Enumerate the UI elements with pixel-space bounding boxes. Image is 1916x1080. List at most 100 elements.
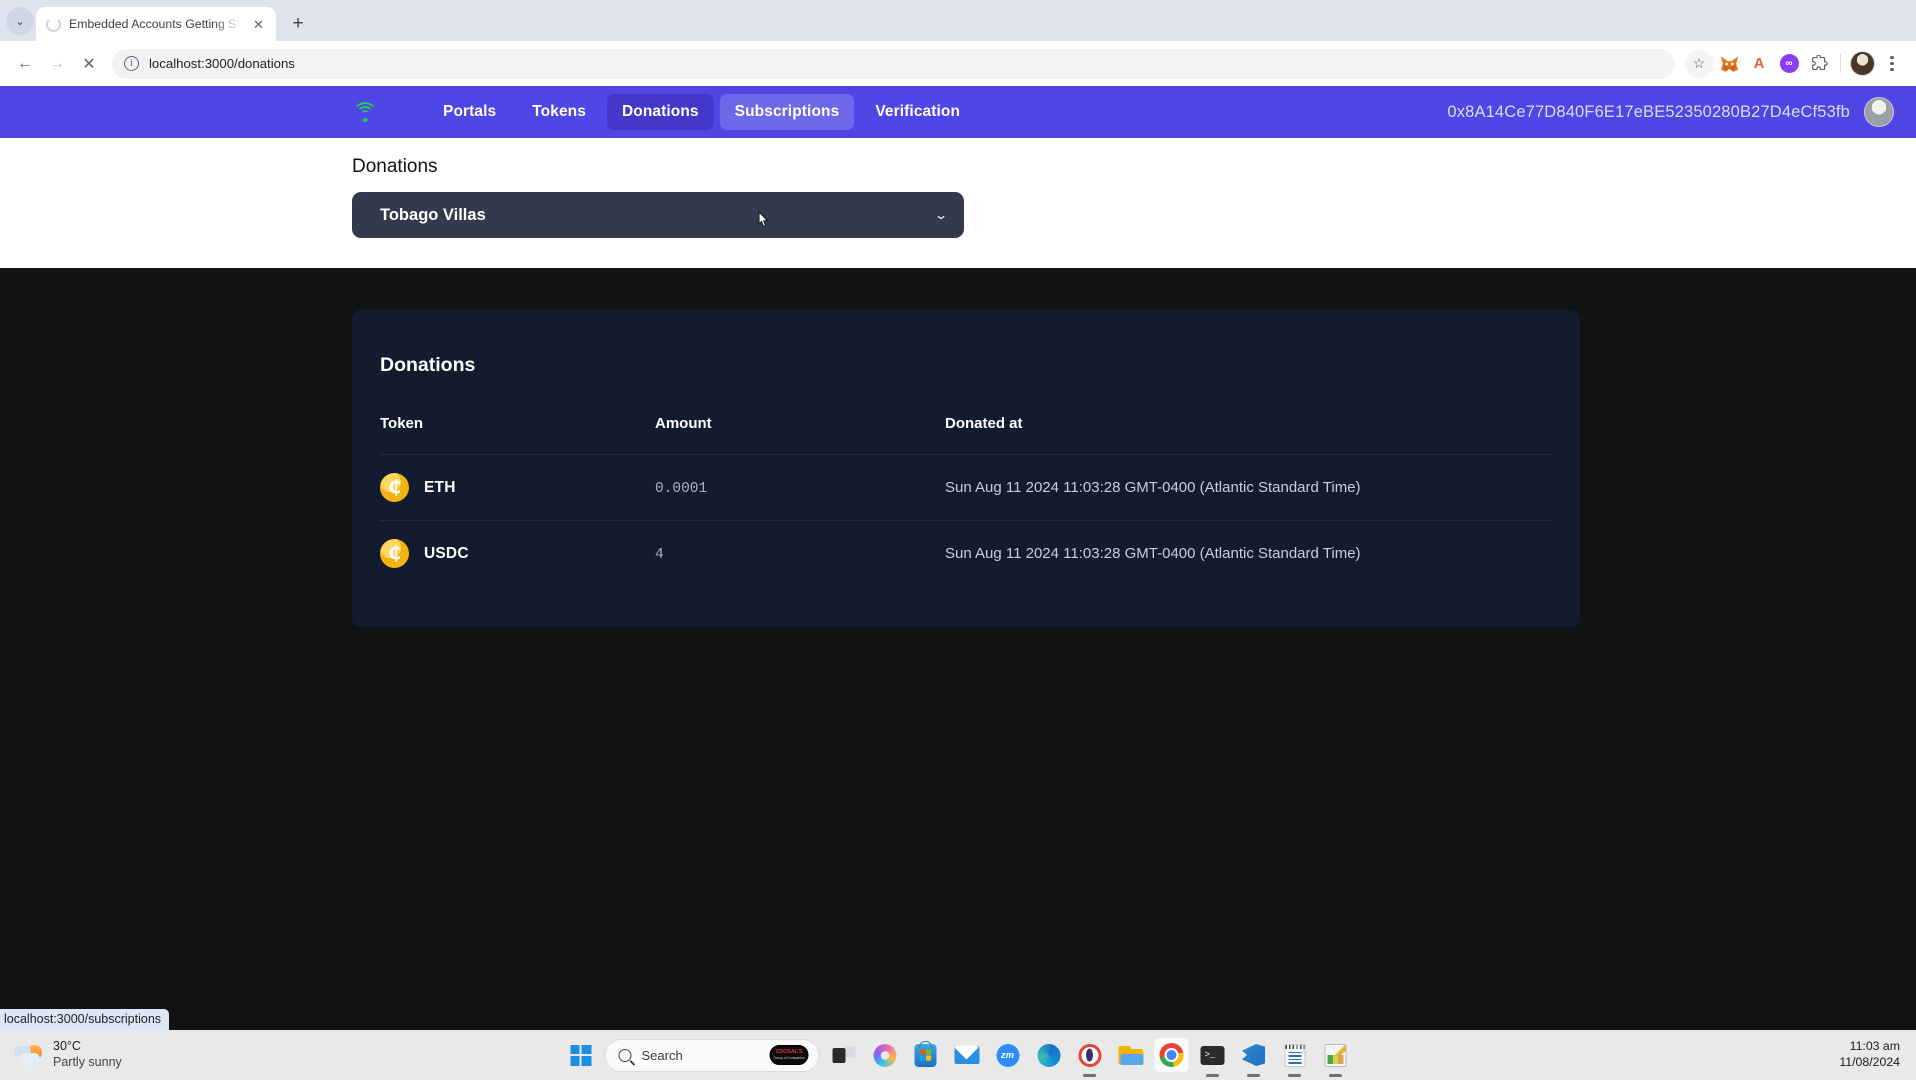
nav-link-verification[interactable]: Verification xyxy=(860,94,975,130)
address-bar-url: localhost:3000/donations xyxy=(149,56,295,71)
tab-loading-spinner-icon xyxy=(46,16,61,32)
column-header-amount: Amount xyxy=(655,415,712,432)
purple-extension-icon[interactable]: ∞ xyxy=(1775,50,1803,78)
copilot-button[interactable] xyxy=(868,1038,902,1072)
mail-button[interactable] xyxy=(950,1038,984,1072)
terminal-icon: >_ xyxy=(1200,1045,1225,1065)
cell-amount: 0.0001 xyxy=(655,454,945,521)
amount-value: 4 xyxy=(655,546,664,563)
table-header-row: Token Amount Donated at xyxy=(380,415,1552,455)
opera-button[interactable] xyxy=(1073,1038,1107,1072)
vscode-icon xyxy=(1242,1044,1265,1066)
paint-button[interactable] xyxy=(1319,1038,1353,1072)
badge-line-2: Group of Companies xyxy=(773,1055,805,1060)
zoom-icon: zm xyxy=(996,1043,1019,1067)
search-input[interactable]: Search CDOSAL'S Group of Companies xyxy=(604,1038,820,1072)
search-icon xyxy=(618,1048,632,1062)
file-explorer-button[interactable] xyxy=(1114,1038,1148,1072)
partly-sunny-icon xyxy=(14,1042,44,1068)
back-button[interactable]: ← xyxy=(10,49,40,79)
cell-token: ₵ ETH xyxy=(380,454,655,521)
donations-table: Token Amount Donated at ₵ ETH 0.0001 Sun… xyxy=(380,415,1552,587)
coin-icon: ₵ xyxy=(380,473,409,502)
vscode-button[interactable] xyxy=(1237,1038,1271,1072)
chevron-down-icon: ⌄ xyxy=(933,208,949,222)
site-info-icon[interactable]: i xyxy=(124,56,139,71)
portal-select[interactable]: Tobago Villas ⌄ xyxy=(352,192,964,238)
page-body: Donations Token Amount Donated at ₵ ETH … xyxy=(0,268,1916,1028)
nav-link-donations[interactable]: Donations xyxy=(606,94,714,130)
chrome-menu-button[interactable] xyxy=(1878,50,1906,78)
nav-link-portals[interactable]: Portals xyxy=(428,94,511,130)
navbar-account: 0x8A14Ce77D840F6E17eBE52350280B27D4eCf53… xyxy=(1447,97,1894,127)
start-button[interactable] xyxy=(564,1038,598,1072)
stop-loading-button[interactable]: ✕ xyxy=(74,49,104,79)
windows-logo-icon xyxy=(570,1044,591,1066)
cell-donated-at: Sun Aug 11 2024 11:03:28 GMT-0400 (Atlan… xyxy=(945,520,1552,587)
notepad-icon xyxy=(1284,1043,1305,1067)
card-title: Donations xyxy=(380,354,476,376)
wallet-address[interactable]: 0x8A14Ce77D840F6E17eBE52350280B27D4eCf53… xyxy=(1447,103,1850,122)
cell-token: ₵ USDC xyxy=(380,520,655,587)
zoom-button[interactable]: zm xyxy=(991,1038,1025,1072)
column-header-token: Token xyxy=(380,415,424,432)
table-row[interactable]: ₵ ETH 0.0001 Sun Aug 11 2024 11:03:28 GM… xyxy=(380,454,1552,521)
portal-select-value: Tobago Villas xyxy=(380,205,486,224)
taskbar-apps: Search CDOSAL'S Group of Companies zm >_ xyxy=(564,1038,1353,1072)
terminal-button[interactable]: >_ xyxy=(1196,1038,1230,1072)
new-tab-button[interactable]: + xyxy=(284,9,312,37)
table-row[interactable]: ₵ USDC 4 Sun Aug 11 2024 11:03:28 GMT-04… xyxy=(380,520,1552,587)
donated-at-value: Sun Aug 11 2024 11:03:28 GMT-0400 (Atlan… xyxy=(945,544,1361,562)
purple-extension-glyph: ∞ xyxy=(1779,54,1799,73)
clock-date: 11/08/2024 xyxy=(1839,1055,1900,1069)
paint-icon xyxy=(1324,1043,1347,1067)
cell-donated-at: Sun Aug 11 2024 11:03:28 GMT-0400 (Atlan… xyxy=(945,454,1552,521)
chrome-icon xyxy=(1159,1043,1184,1067)
clock-time: 11:03 am xyxy=(1849,1039,1900,1054)
nav-link-subscriptions[interactable]: Subscriptions xyxy=(719,94,855,130)
file-explorer-icon xyxy=(1118,1045,1143,1065)
nav-link-tokens[interactable]: Tokens xyxy=(517,94,601,130)
profile-avatar-button[interactable] xyxy=(1848,50,1876,78)
avatar[interactable] xyxy=(1864,97,1894,127)
tab-close-icon[interactable]: ✕ xyxy=(249,15,268,34)
wifi-icon[interactable] xyxy=(352,101,378,123)
donations-card: Donations Token Amount Donated at ₵ ETH … xyxy=(352,310,1580,627)
edge-icon xyxy=(1037,1043,1060,1067)
copilot-icon xyxy=(873,1043,896,1067)
task-view-button[interactable] xyxy=(827,1038,861,1072)
page-header-band: Donations Tobago Villas ⌄ xyxy=(0,138,1916,268)
extensions-puzzle-icon[interactable] xyxy=(1805,50,1833,78)
page-viewport: Portals Tokens Donations Subscriptions V… xyxy=(0,86,1916,1030)
notepad-button[interactable] xyxy=(1278,1038,1312,1072)
coin-icon: ₵ xyxy=(380,539,409,569)
link-status-bubble: localhost:3000/subscriptions xyxy=(0,1009,170,1030)
extension-a-glyph: A xyxy=(1753,55,1765,72)
edge-button[interactable] xyxy=(1032,1038,1066,1072)
weather-condition: Partly sunny xyxy=(53,1055,122,1069)
bookmark-star-icon[interactable]: ☆ xyxy=(1685,49,1713,78)
task-view-icon xyxy=(832,1045,855,1065)
kebab-icon xyxy=(1890,56,1894,71)
cdosals-badge-icon: CDOSAL'S Group of Companies xyxy=(769,1045,809,1065)
search-placeholder: Search xyxy=(641,1047,683,1063)
browser-window: ⌄ Embedded Accounts Getting St ✕ + ← → ✕… xyxy=(0,0,1916,1080)
chrome-button[interactable] xyxy=(1154,1038,1189,1072)
browser-tab[interactable]: Embedded Accounts Getting St ✕ xyxy=(36,7,276,41)
microsoft-store-icon xyxy=(914,1043,937,1067)
page-title: Donations xyxy=(352,156,438,177)
tab-strip: ⌄ Embedded Accounts Getting St ✕ + xyxy=(0,0,1916,41)
microsoft-store-button[interactable] xyxy=(909,1038,943,1072)
weather-temperature: 30°C xyxy=(53,1039,81,1054)
extension-a-icon[interactable]: A xyxy=(1745,50,1773,78)
tab-search-chevron-icon[interactable]: ⌄ xyxy=(6,7,34,35)
address-bar[interactable]: i localhost:3000/donations xyxy=(112,48,1675,79)
weather-widget[interactable]: 30°C Partly sunny xyxy=(0,1039,300,1070)
metamask-extension-icon[interactable] xyxy=(1715,50,1743,78)
mail-icon xyxy=(954,1046,979,1064)
donated-at-value: Sun Aug 11 2024 11:03:28 GMT-0400 (Atlan… xyxy=(945,478,1361,496)
column-header-donated-at: Donated at xyxy=(945,415,1023,432)
forward-button[interactable]: → xyxy=(42,49,72,79)
token-name: USDC xyxy=(424,544,469,562)
taskbar-clock[interactable]: 11:03 am 11/08/2024 xyxy=(1839,1039,1916,1070)
